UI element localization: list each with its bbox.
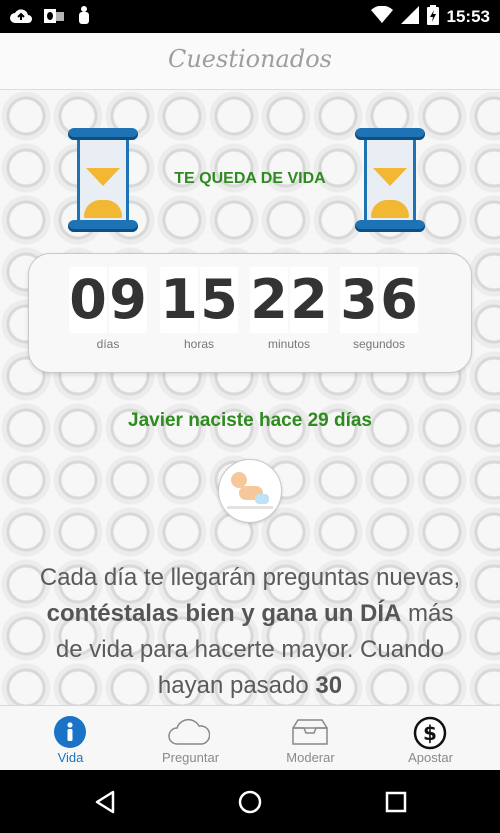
- tab-preguntar[interactable]: Preguntar: [128, 706, 253, 771]
- tab-label: Preguntar: [161, 750, 220, 765]
- system-nav-bar: [0, 770, 500, 833]
- countdown-digit: 0: [69, 267, 107, 333]
- cloud-upload-icon: [10, 7, 32, 29]
- countdown-days: 0 9 días: [69, 267, 147, 351]
- description-bold: contéstalas bien y gana un DÍA: [46, 600, 402, 627]
- battery-charging-icon: [426, 5, 439, 29]
- description-text: Cada día te llegarán preguntas nuevas, c…: [30, 560, 470, 704]
- countdown-hours: 1 5 horas: [160, 267, 238, 351]
- life-remaining-label: TE QUEDA DE VIDA: [174, 170, 326, 187]
- main-content[interactable]: TE QUEDA DE VIDA 0 9 días 1 5 horas 2 2 …: [0, 90, 500, 705]
- countdown-digit: 2: [250, 267, 288, 333]
- android-debug-icon: [76, 6, 92, 30]
- recents-icon[interactable]: [385, 791, 407, 817]
- tab-vida[interactable]: Vida: [8, 706, 133, 771]
- back-icon[interactable]: [93, 790, 117, 818]
- info-icon: [54, 716, 86, 752]
- baby-avatar-icon: [218, 459, 282, 523]
- countdown-digit: 1: [160, 267, 198, 333]
- countdown-digit: 9: [109, 267, 147, 333]
- description-part: Cada día te llegarán preguntas nuevas,: [39, 564, 461, 591]
- clock: 15:53: [446, 7, 490, 26]
- countdown-unit-label: horas: [183, 337, 215, 351]
- countdown-unit-label: días: [96, 337, 120, 351]
- bottom-tab-bar: Vida Preguntar Moderar $ Apostar: [0, 705, 500, 771]
- countdown-digit: 2: [290, 267, 328, 333]
- born-days-text: Javier naciste hace 29 días: [128, 410, 372, 431]
- tab-label: Vida: [57, 750, 84, 765]
- countdown-digit: 6: [380, 267, 418, 333]
- countdown-unit-label: minutos: [267, 337, 311, 351]
- status-bar: 15:53: [0, 0, 500, 33]
- dollar-icon: $: [413, 716, 447, 754]
- app-title: Cuestionados: [167, 45, 332, 73]
- countdown-digit: 3: [340, 267, 378, 333]
- tab-label: Moderar: [286, 750, 335, 765]
- description-bold: 30: [315, 672, 343, 699]
- hourglass-right-icon: [355, 128, 425, 232]
- tab-apostar[interactable]: $ Apostar: [368, 706, 493, 771]
- countdown-seconds: 3 6 segundos: [340, 267, 418, 351]
- countdown-digit: 5: [200, 267, 238, 333]
- countdown-panel: 0 9 días 1 5 horas 2 2 minutos 3 6 segun…: [28, 253, 472, 373]
- home-icon[interactable]: [238, 790, 262, 818]
- outlook-icon: [44, 7, 64, 29]
- tab-moderar[interactable]: Moderar: [248, 706, 373, 771]
- app-bar: Cuestionados: [0, 33, 500, 90]
- svg-text:$: $: [423, 721, 437, 745]
- inbox-icon: [292, 718, 328, 750]
- countdown-minutes: 2 2 minutos: [250, 267, 328, 351]
- wifi-icon: [370, 5, 393, 28]
- signal-icon: [400, 6, 419, 28]
- countdown-unit-label: segundos: [352, 337, 406, 351]
- tab-label: Apostar: [408, 750, 453, 765]
- cloud-icon: [168, 718, 211, 750]
